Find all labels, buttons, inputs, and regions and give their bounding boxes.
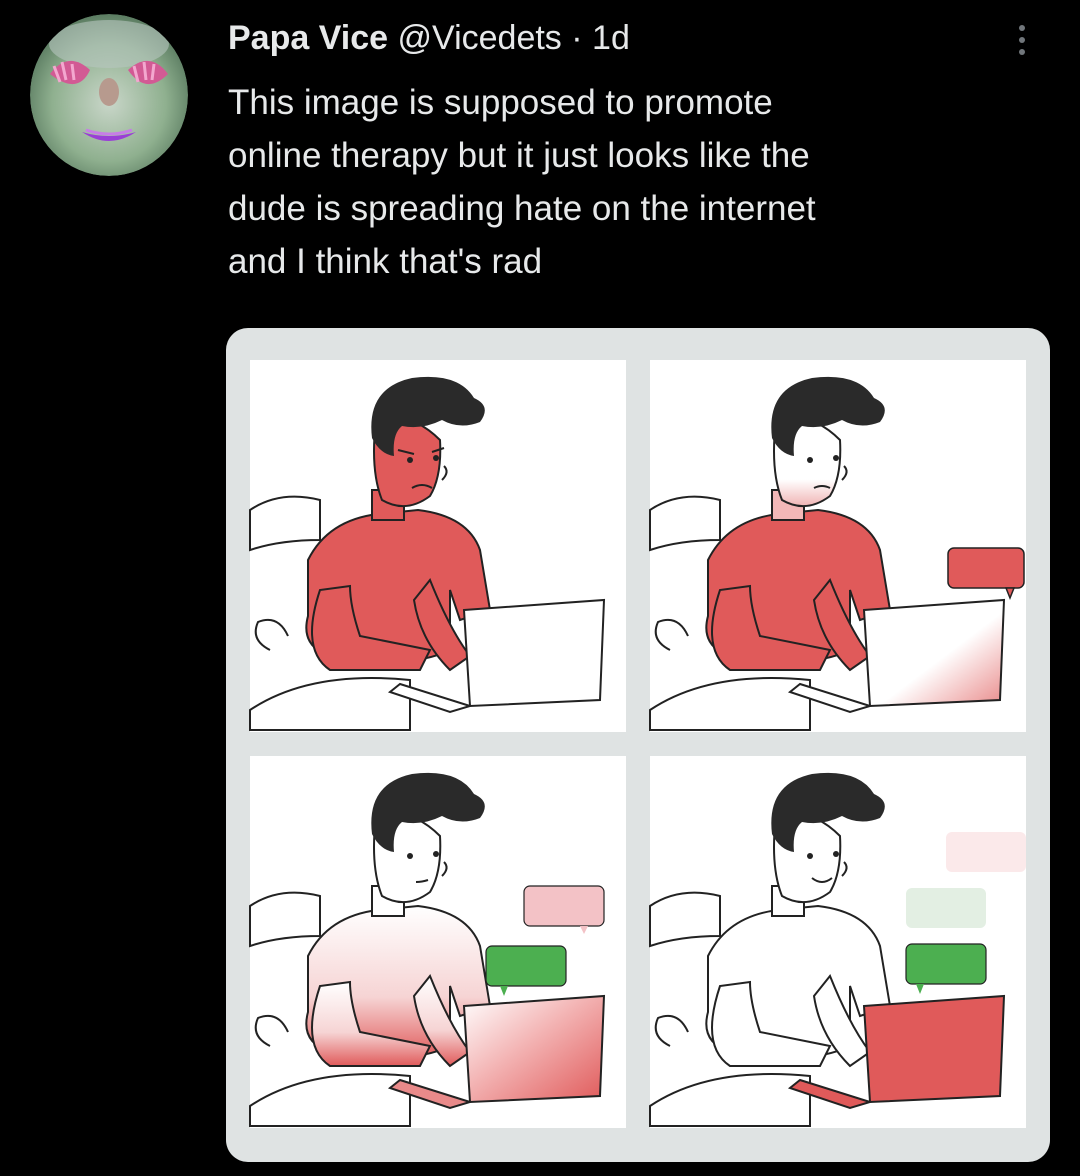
comic-illustration [249,360,1026,1128]
avatar-image [30,14,188,176]
tweet-text: This image is supposed to promote online… [228,83,816,281]
tweet-header: Papa Vice @Vicedets · 1d [228,16,630,60]
panel-3 [249,756,626,1128]
panel-1 [249,360,626,732]
panel-4 [649,756,1026,1128]
more-options-icon [1019,25,1025,55]
tweet: Papa Vice @Vicedets · 1d This image is s… [0,0,1080,1176]
panel-2 [649,360,1026,732]
user-handle[interactable]: @Vicedets [398,19,562,57]
tweet-media[interactable] [226,328,1050,1162]
avatar[interactable] [30,14,188,176]
timestamp[interactable]: 1d [592,19,630,57]
separator-dot: · [571,19,583,57]
more-options-button[interactable] [1012,20,1032,60]
display-name[interactable]: Papa Vice [228,19,388,57]
